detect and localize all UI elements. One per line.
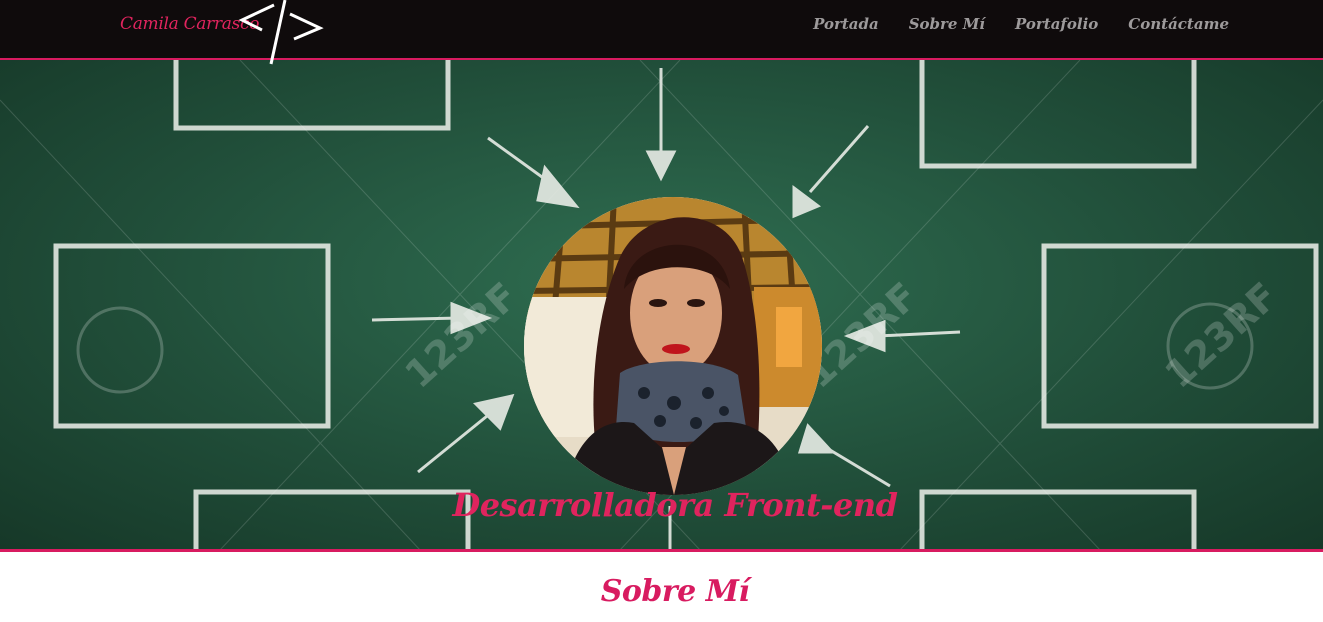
- section-title-sobre-mi: Sobre Mí: [600, 574, 750, 609]
- navbar: Camila Carrasco Portada Sobre Mí Portafo…: [0, 0, 1323, 65]
- hero-banner: 123RF 123RF 123RF Desarrolladora Front-e…: [0, 60, 1323, 550]
- nav-link-contactame[interactable]: Contáctame: [1128, 15, 1229, 33]
- profile-photo: [524, 197, 822, 495]
- nav-link-sobre-mi[interactable]: Sobre Mí: [909, 15, 985, 33]
- nav-menu: Portada Sobre Mí Portafolio Contáctame: [813, 15, 1229, 33]
- nav-link-portada[interactable]: Portada: [813, 15, 879, 33]
- hero-title: Desarrolladora Front-end: [452, 486, 898, 524]
- nav-link-portafolio[interactable]: Portafolio: [1015, 15, 1098, 33]
- hero-divider: [0, 549, 1323, 552]
- watermark-text: 123RF: [1157, 274, 1286, 397]
- code-logo-icon[interactable]: [236, 0, 328, 66]
